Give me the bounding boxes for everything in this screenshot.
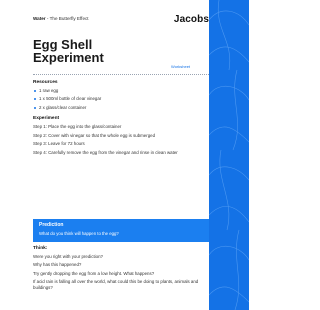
think-question: Why has this happened? [33,262,82,268]
think-question: Try gently dropping the egg from a low h… [33,270,155,276]
divider [33,74,209,75]
experiment-heading: Experiment [33,116,60,122]
brand-logo: Jacobs [173,14,209,25]
topic-name: - The Butterfly Effect [45,16,89,21]
resource-item: 2 x glass/clear container [33,105,203,111]
experiment-step: Step 1: Place the egg into the glass/con… [33,123,122,129]
experiment-step: Step 2: Cover with vinegar so that the w… [33,132,156,138]
decorative-side-panel [209,0,249,310]
resources-heading: Resources [33,80,58,85]
think-section: Think: Were you right with your predicti… [33,246,205,294]
prediction-box: Prediction What do you think will happen… [33,219,209,242]
experiment-step: Step 4: Carefully remove the egg from th… [33,149,178,155]
prediction-question: What do you think will happen to the egg… [39,231,119,236]
experiment-step: Step 3: Leave for 72 hours [33,141,85,147]
decorative-pattern [209,0,249,310]
prediction-heading: Prediction [39,222,64,228]
page-title: Egg Shell Experiment [33,38,183,64]
header: Water - The Butterfly Effect Jacobs [33,14,209,28]
think-heading: Think: [33,246,48,251]
worksheet-page: Water - The Butterfly Effect Jacobs Egg … [21,0,209,310]
think-question: Were you right with your prediction? [33,253,103,259]
think-question: If acid rain is falling all over the wor… [33,279,199,290]
main-content: Resources 1 raw egg 1 x 500ml bottle of … [33,80,203,158]
resource-item: 1 raw egg [33,88,203,94]
title-line-2: Experiment [33,50,104,65]
resource-item: 1 x 500ml bottle of clear vinegar [33,96,203,102]
topic-label: Water - The Butterfly Effect [33,16,89,21]
worksheet-badge: Worksheet [171,64,191,69]
topic-subject: Water [33,16,46,21]
